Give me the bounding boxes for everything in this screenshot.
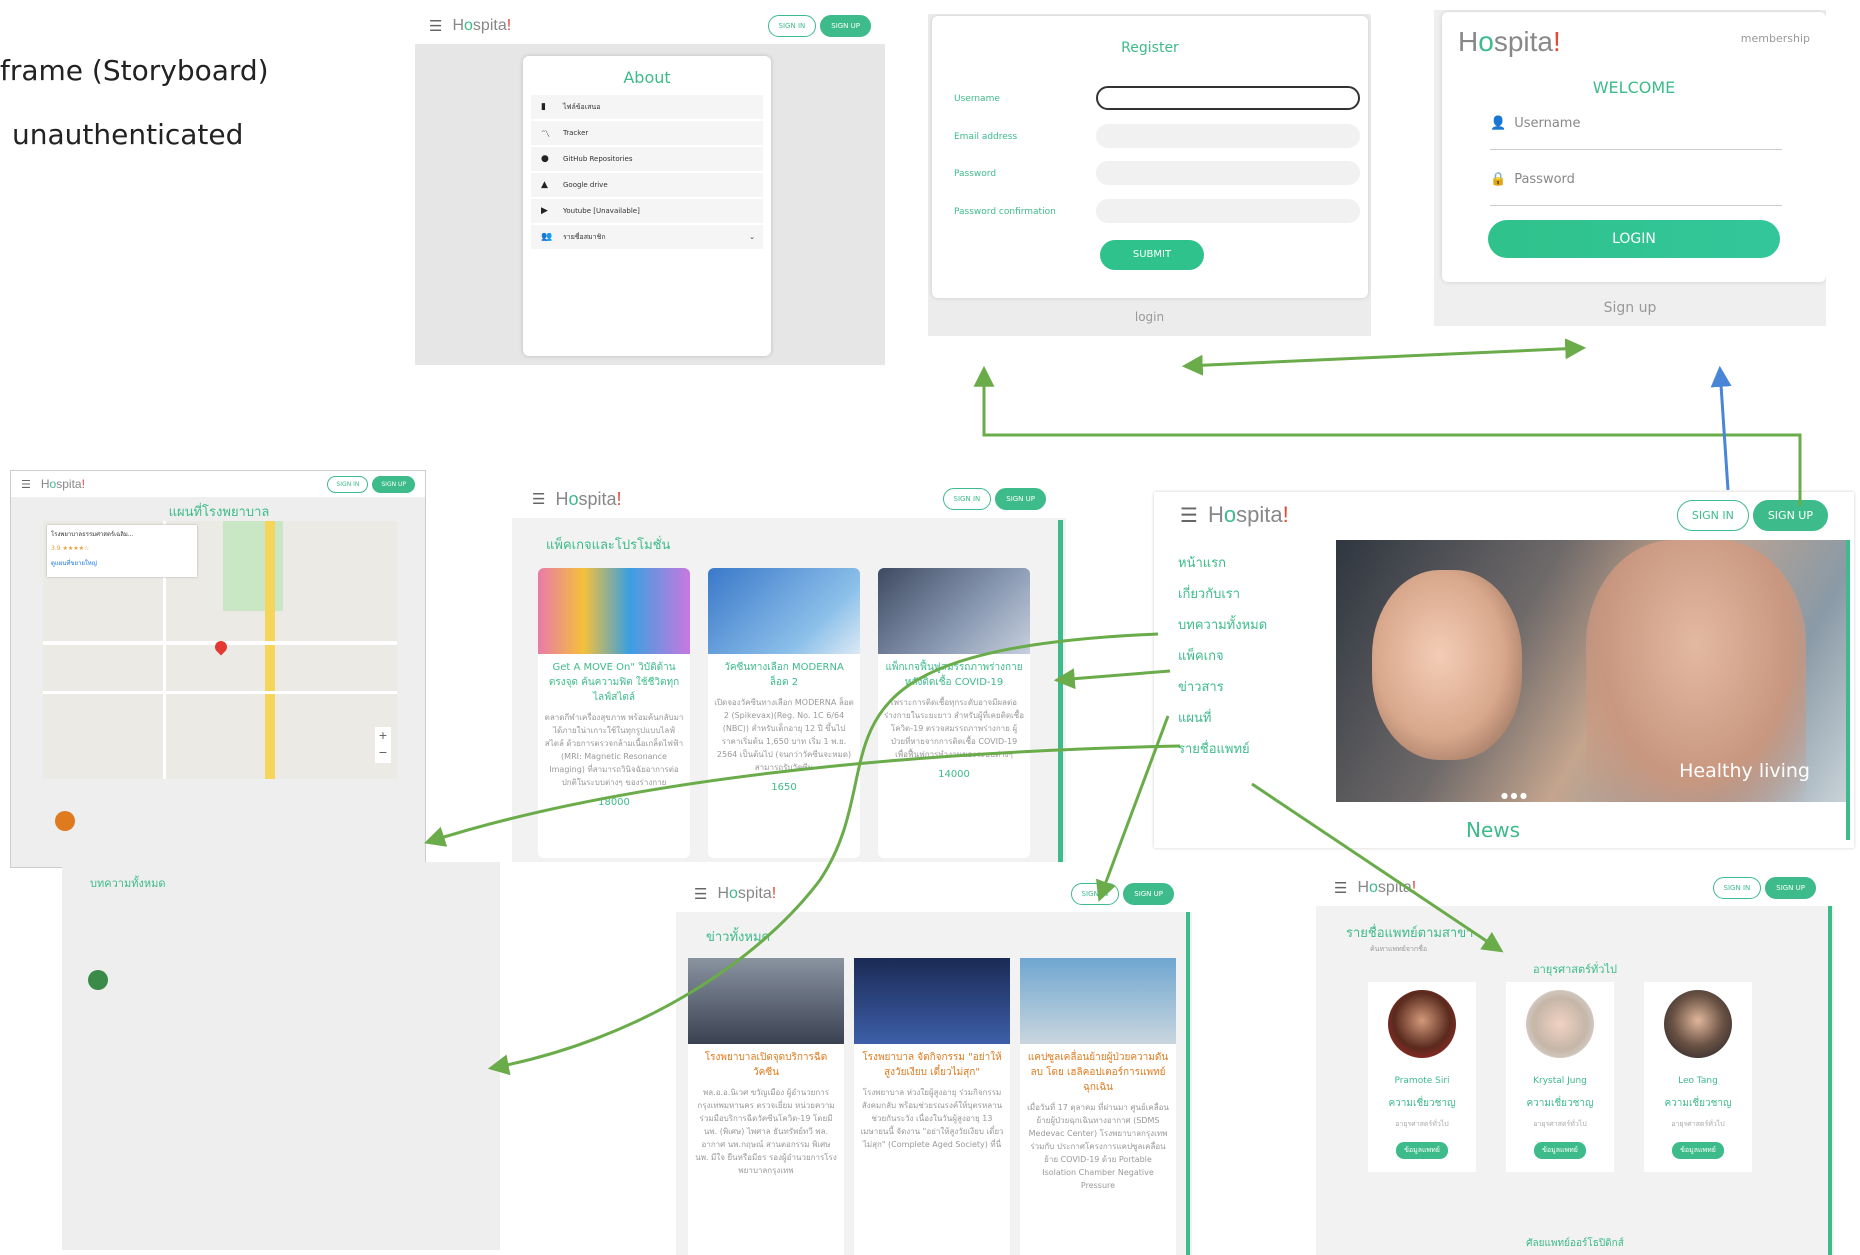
arrow-nav-packages [1053, 668, 1171, 690]
arrow-nav-map [424, 744, 1181, 847]
arrow-signin-login [1710, 365, 1732, 491]
flow-arrows [424, 338, 1802, 1076]
arrow-nav-doctors [1251, 782, 1504, 953]
arrow-register-login [1181, 338, 1587, 376]
arrow-nav-news [1096, 715, 1170, 902]
arrow-nav-articles [487, 632, 1159, 1076]
arrow-signup-register [973, 365, 1802, 506]
